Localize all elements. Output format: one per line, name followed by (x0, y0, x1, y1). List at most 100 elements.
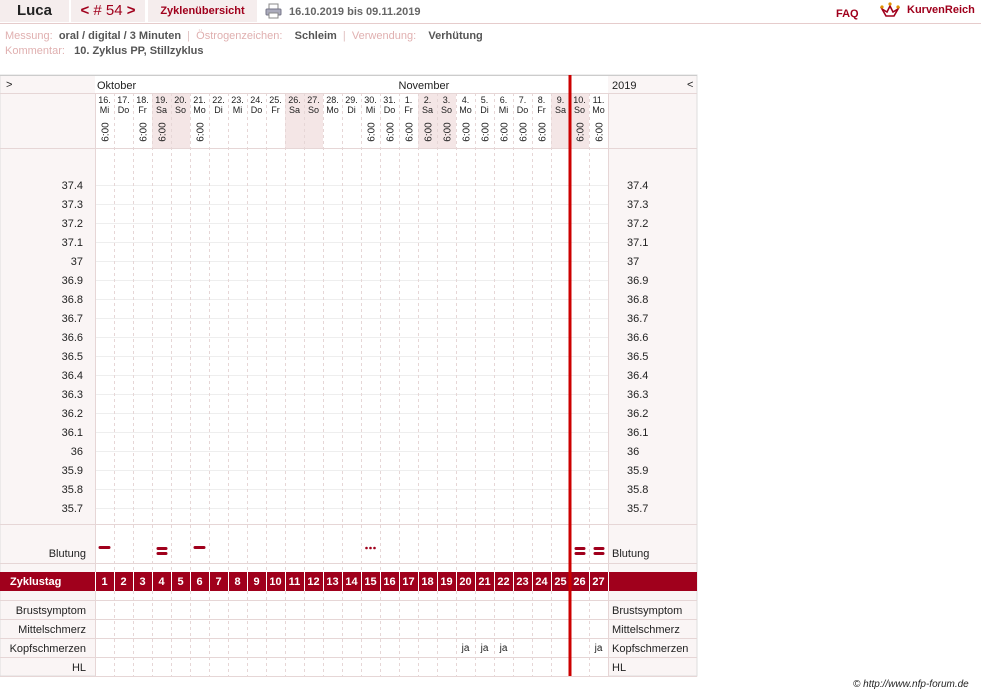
day-weekday-label: Do (384, 105, 396, 115)
day-time-label: 6:00 (500, 122, 511, 142)
temperature-label-right: 36.5 (627, 351, 648, 363)
day-date-label: 16. (98, 95, 111, 105)
day-date-label: 31. (383, 95, 396, 105)
temperature-label-right: 37.3 (627, 199, 648, 211)
bleeding-mark (156, 552, 168, 555)
day-date-label: 4. (462, 95, 470, 105)
day-date-label: 28. (326, 95, 339, 105)
day-weekday-label: Fr (138, 105, 147, 115)
day-time-label: 6:00 (367, 122, 378, 142)
temperature-label-right: 36.7 (627, 313, 648, 325)
bleeding-mark (593, 547, 605, 550)
day-weekday-label: Mo (193, 105, 206, 115)
cycle-day-number: 23 (516, 576, 528, 588)
temperature-label-left: 35.8 (62, 484, 83, 496)
cycle-day-number: 1 (101, 576, 107, 588)
day-weekday-label: Mi (233, 105, 243, 115)
cycle-day-label: Zyklustag (10, 576, 61, 588)
cycle-start-line (568, 75, 572, 676)
day-weekday-label: Mi (100, 105, 110, 115)
symptom-label-right: Brustsymptom (612, 605, 682, 617)
symptom-value: ja (461, 643, 470, 654)
day-time-label: 6:00 (101, 122, 112, 142)
day-date-label: 19. (155, 95, 168, 105)
day-weekday-label: Do (251, 105, 263, 115)
bleeding-mark (156, 547, 168, 550)
bleeding-mark (193, 546, 206, 549)
cycle-day-number: 18 (421, 576, 433, 588)
symptom-value: ja (594, 643, 603, 654)
footer-copyright: © http://www.nfp-forum.de (853, 679, 969, 690)
temperature-label-left: 37.1 (62, 237, 83, 249)
cycle-day-number: 16 (383, 576, 395, 588)
day-time-label: 6:00 (405, 122, 416, 142)
chart-next-arrow: < (687, 79, 693, 91)
day-weekday-label: So (308, 105, 319, 115)
day-date-label: 18. (136, 95, 149, 105)
day-time-label: 6:00 (386, 122, 397, 142)
day-time-label: 6:00 (519, 122, 530, 142)
temperature-label-left: 36.1 (62, 427, 83, 439)
temperature-label-right: 36.2 (627, 408, 648, 420)
spotting-dot (373, 546, 376, 550)
temperature-label-right: 37 (627, 256, 639, 268)
day-time-label: 6:00 (481, 122, 492, 142)
cycle-day-number: 5 (177, 576, 183, 588)
month-label-november: November (399, 80, 450, 92)
bleeding-label-left: Blutung (49, 548, 86, 560)
day-weekday-label: Fr (404, 105, 413, 115)
day-weekday-label: So (574, 105, 585, 115)
bleeding-mark (593, 552, 605, 555)
temperature-label-right: 37.2 (627, 218, 648, 230)
cycle-day-number: 25 (554, 576, 566, 588)
temperature-label-right: 35.7 (627, 503, 648, 515)
cycle-day-number: 22 (497, 576, 509, 588)
temperature-label-right: 37.4 (627, 180, 648, 192)
day-date-label: 8. (538, 95, 546, 105)
temperature-label-left: 35.9 (62, 465, 83, 477)
day-date-label: 24. (250, 95, 263, 105)
cycle-day-number: 2 (120, 576, 126, 588)
temperature-label-left: 36.4 (62, 370, 83, 382)
day-time-label: 6:00 (595, 122, 606, 142)
day-date-label: 6. (500, 95, 508, 105)
temperature-label-left: 36.7 (62, 313, 83, 325)
spotting-dot (369, 546, 372, 550)
day-date-label: 1. (405, 95, 413, 105)
year-label: 2019 (612, 80, 636, 92)
symptom-label-left: Brustsymptom (16, 605, 86, 617)
symptom-label-right: Kopfschmerzen (612, 643, 688, 655)
day-time-label: 6:00 (576, 122, 587, 142)
cycle-day-number: 3 (139, 576, 145, 588)
day-date-label: 3. (443, 95, 451, 105)
day-weekday-label: Mo (326, 105, 339, 115)
temperature-label-right: 36.8 (627, 294, 648, 306)
day-weekday-label: Fr (537, 105, 546, 115)
day-date-label: 23. (231, 95, 244, 105)
cycle-day-number: 15 (364, 576, 376, 588)
symptom-label-left: Kopfschmerzen (10, 643, 86, 655)
day-weekday-label: Do (517, 105, 529, 115)
temperature-label-left: 37.3 (62, 199, 83, 211)
temperature-label-left: 36.6 (62, 332, 83, 344)
temperature-label-left: 37.2 (62, 218, 83, 230)
cycle-day-number: 11 (289, 576, 301, 588)
temperature-label-right: 36 (627, 446, 639, 458)
temperature-label-right: 37.1 (627, 237, 648, 249)
month-label-oktober: Oktober (97, 80, 136, 92)
cycle-day-number: 4 (158, 576, 165, 588)
cycle-day-number: 20 (459, 576, 471, 588)
day-date-label: 10. (573, 95, 586, 105)
bleeding-mark (574, 547, 586, 550)
temperature-label-left: 36 (71, 446, 83, 458)
cycle-day-number: 19 (440, 576, 452, 588)
temperature-label-right: 36.4 (627, 370, 648, 382)
day-weekday-label: Di (480, 105, 489, 115)
temperature-label-left: 35.7 (62, 503, 83, 515)
symptom-label-right: HL (612, 662, 626, 674)
day-weekday-label: Sa (289, 105, 300, 115)
chart-prev-arrow: > (6, 79, 12, 91)
cycle-day-number: 7 (215, 576, 221, 588)
day-weekday-label: Di (347, 105, 356, 115)
cycle-day-number: 27 (592, 576, 604, 588)
